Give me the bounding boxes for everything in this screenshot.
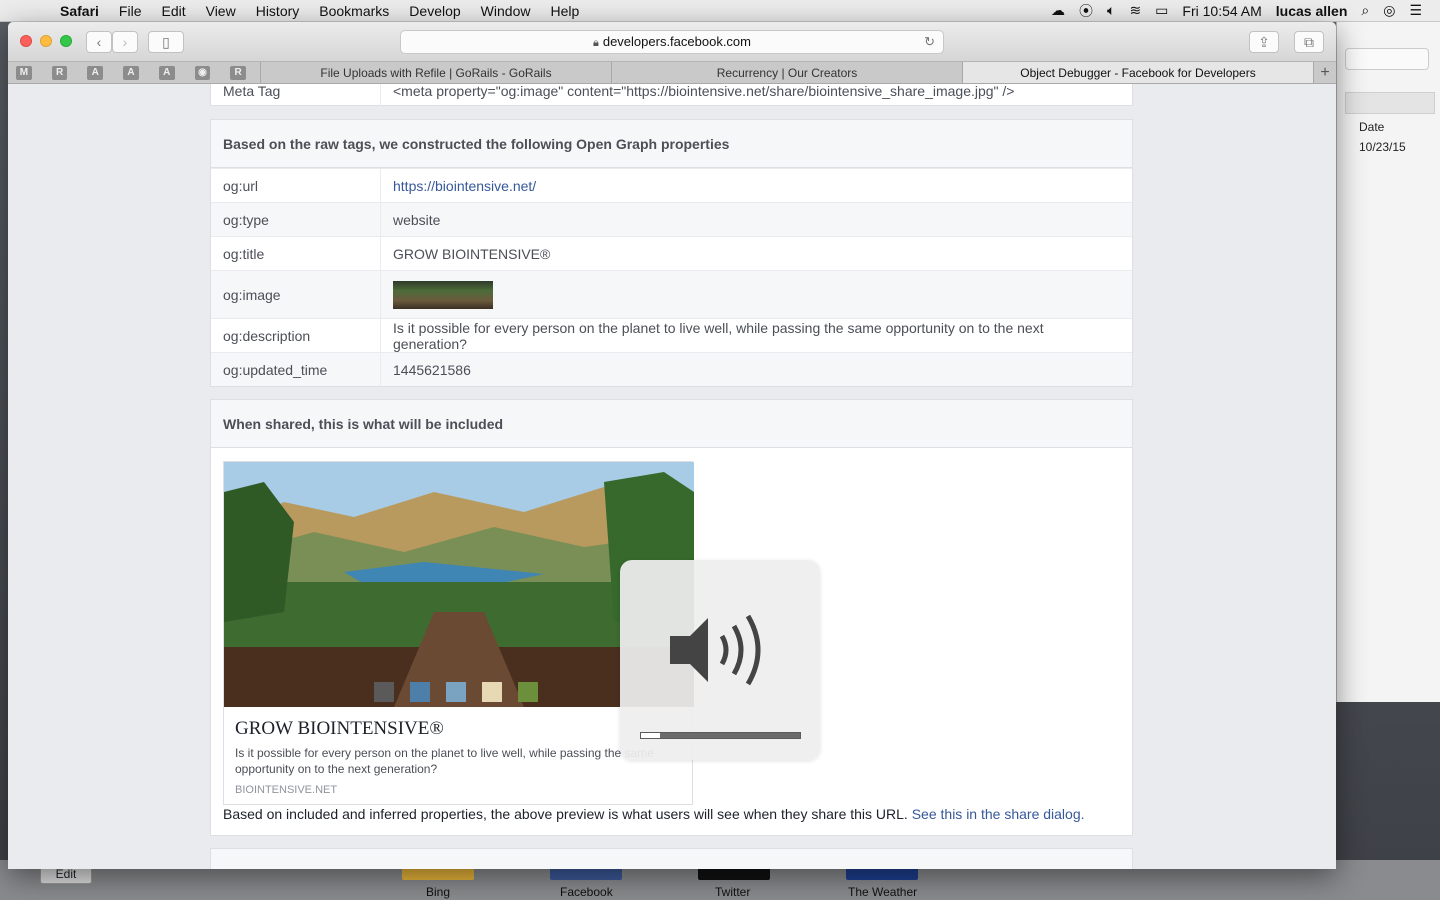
og-image-thumbnail[interactable] <box>393 280 493 309</box>
address-text: developers.facebook.com <box>602 34 751 49</box>
table-row: og:description Is it possible for every … <box>211 318 1132 352</box>
pinned-tab[interactable]: A <box>87 65 104 80</box>
github-pinned-tab-icon[interactable]: ◉ <box>194 65 211 80</box>
speaker-icon <box>670 614 761 686</box>
sidebar-icon: ▯ <box>162 34 170 50</box>
battery-icon[interactable]: ▭ <box>1155 2 1168 19</box>
table-row: og:title GROW BIOINTENSIVE® <box>211 236 1132 270</box>
share-note-text: Based on included and inferred propertie… <box>223 806 908 822</box>
background-column-header-bar <box>1345 92 1435 114</box>
menu-view[interactable]: View <box>196 0 246 22</box>
menu-file[interactable]: File <box>109 0 152 22</box>
share-button[interactable]: ⇪ <box>1249 31 1279 53</box>
background-finder-window: Date 10/23/15 <box>1336 22 1440 702</box>
tab-object-debugger[interactable]: Object Debugger - Facebook for Developer… <box>963 62 1314 83</box>
menubar-user[interactable]: lucas allen <box>1276 3 1348 19</box>
tab-bar: M R A A A ◉ R File Uploads with Refile |… <box>8 62 1336 84</box>
notification-center-icon[interactable]: ☰ <box>1409 2 1422 19</box>
table-row: og:type website <box>211 202 1132 236</box>
reload-icon[interactable]: ↻ <box>924 31 935 53</box>
menu-app-name[interactable]: Safari <box>50 0 109 22</box>
og-panel-heading: Based on the raw tags, we constructed th… <box>211 120 1132 168</box>
table-row: og:url https://biointensive.net/ <box>211 168 1132 202</box>
preview-domain: BIOINTENSIVE.NET <box>235 784 338 796</box>
dock-label-twitter: Twitter <box>715 885 751 899</box>
menubar-clock[interactable]: Fri 10:54 AM <box>1182 3 1261 19</box>
background-search-field[interactable] <box>1345 48 1429 70</box>
tabs-overview-icon: ⧉ <box>1304 34 1314 50</box>
siri-icon[interactable]: ◎ <box>1383 2 1395 19</box>
chevron-right-icon: › <box>122 34 128 50</box>
back-button[interactable]: ‹ <box>86 31 112 53</box>
menu-help[interactable]: Help <box>540 0 589 22</box>
volume-hud <box>620 560 820 760</box>
new-tab-button[interactable]: + <box>1314 62 1336 83</box>
og-key: og:type <box>211 203 381 236</box>
table-row: Meta Tag <meta property="og:image" conte… <box>211 84 1132 106</box>
og-key: og:url <box>211 169 381 202</box>
volume-level-fill <box>641 733 661 738</box>
address-bar[interactable]: 🔒︎ developers.facebook.com ↻ <box>400 30 944 54</box>
tab-gorails[interactable]: File Uploads with Refile | GoRails - GoR… <box>261 62 612 83</box>
og-key: og:title <box>211 237 381 270</box>
forward-button[interactable]: › <box>112 31 138 53</box>
wifi-icon[interactable]: ≋ <box>1129 2 1141 19</box>
og-value: website <box>393 211 441 228</box>
pinned-tabs: M R A A A ◉ R <box>8 62 261 83</box>
sidebar-toggle-button[interactable]: ▯ <box>148 31 184 53</box>
background-date-cell: 10/23/15 <box>1359 140 1406 154</box>
preview-title: GROW BIOINTENSIVE® <box>235 718 444 739</box>
zoom-window-button[interactable] <box>60 35 72 47</box>
menu-bar: Safari File Edit View History Bookmarks … <box>0 0 1440 22</box>
volume-icon[interactable]: 🔈︎ <box>1107 2 1115 19</box>
pinned-tab[interactable]: M <box>16 65 32 80</box>
close-window-button[interactable] <box>20 35 32 47</box>
pinned-tab[interactable]: R <box>51 65 68 80</box>
volume-level-bar <box>640 732 801 739</box>
show-all-tabs-button[interactable]: ⧉ <box>1294 31 1324 53</box>
pinned-tab[interactable]: A <box>158 65 175 80</box>
lock-icon: 🔒︎ <box>592 37 599 49</box>
podcast-icon[interactable]: ⦿ <box>1079 1 1093 21</box>
table-row: og:updated_time 1445621586 <box>211 352 1132 386</box>
minimize-window-button[interactable] <box>40 35 52 47</box>
tab-recurrency[interactable]: Recurrency | Our Creators <box>612 62 963 83</box>
spotlight-search-icon[interactable]: ⌕ <box>1361 2 1369 19</box>
next-panel-heading <box>211 849 1132 869</box>
creative-cloud-icon[interactable]: ☁ <box>1051 2 1065 19</box>
og-key: og:image <box>211 271 381 318</box>
meta-tags-panel: Meta Tag <meta property="og:image" conte… <box>210 84 1133 106</box>
table-row: og:image <box>211 270 1132 318</box>
menu-develop[interactable]: Develop <box>399 0 470 22</box>
background-date-column-header[interactable]: Date <box>1359 120 1384 134</box>
plus-icon: + <box>1320 64 1330 81</box>
menu-edit[interactable]: Edit <box>151 0 195 22</box>
pinned-tab[interactable]: A <box>123 65 139 80</box>
share-dialog-link[interactable]: See this in the share dialog. <box>912 806 1085 822</box>
next-panel <box>210 848 1133 869</box>
og-url-link[interactable]: https://biointensive.net/ <box>393 178 536 194</box>
menu-history[interactable]: History <box>246 0 310 22</box>
meta-tag-key: Meta Tag <box>211 84 381 106</box>
menu-bookmarks[interactable]: Bookmarks <box>309 0 399 22</box>
dock-label-facebook: Facebook <box>560 885 613 899</box>
menubar-status-area: ☁ ⦿ 🔈︎ ≋ ▭ Fri 10:54 AM lucas allen ⌕ ◎ … <box>1051 1 1440 21</box>
share-panel-heading: When shared, this is what will be includ… <box>211 400 1132 448</box>
og-value: 1445621586 <box>393 361 471 378</box>
dock-label-bing: Bing <box>426 885 451 899</box>
share-icon: ⇪ <box>1258 34 1270 50</box>
menu-window[interactable]: Window <box>471 0 541 22</box>
pinned-tab[interactable]: R <box>230 65 247 80</box>
preview-description: Is it possible for every person on the p… <box>235 746 654 776</box>
og-properties-panel: Based on the raw tags, we constructed th… <box>210 119 1133 387</box>
og-value: GROW BIOINTENSIVE® <box>393 245 551 262</box>
chevron-left-icon: ‹ <box>96 34 102 50</box>
browser-toolbar: ‹ › ▯ 🔒︎ developers.facebook.com ↻ ⇪ ⧉ <box>8 22 1336 62</box>
share-note: Based on included and inferred propertie… <box>223 806 1085 822</box>
meta-tag-value: <meta property="og:image" content="https… <box>393 84 1015 99</box>
dock-label-weather: The Weather <box>848 885 918 899</box>
og-key: og:updated_time <box>211 353 381 386</box>
og-key: og:description <box>211 319 381 352</box>
og-value: Is it possible for every person on the p… <box>393 319 1044 352</box>
